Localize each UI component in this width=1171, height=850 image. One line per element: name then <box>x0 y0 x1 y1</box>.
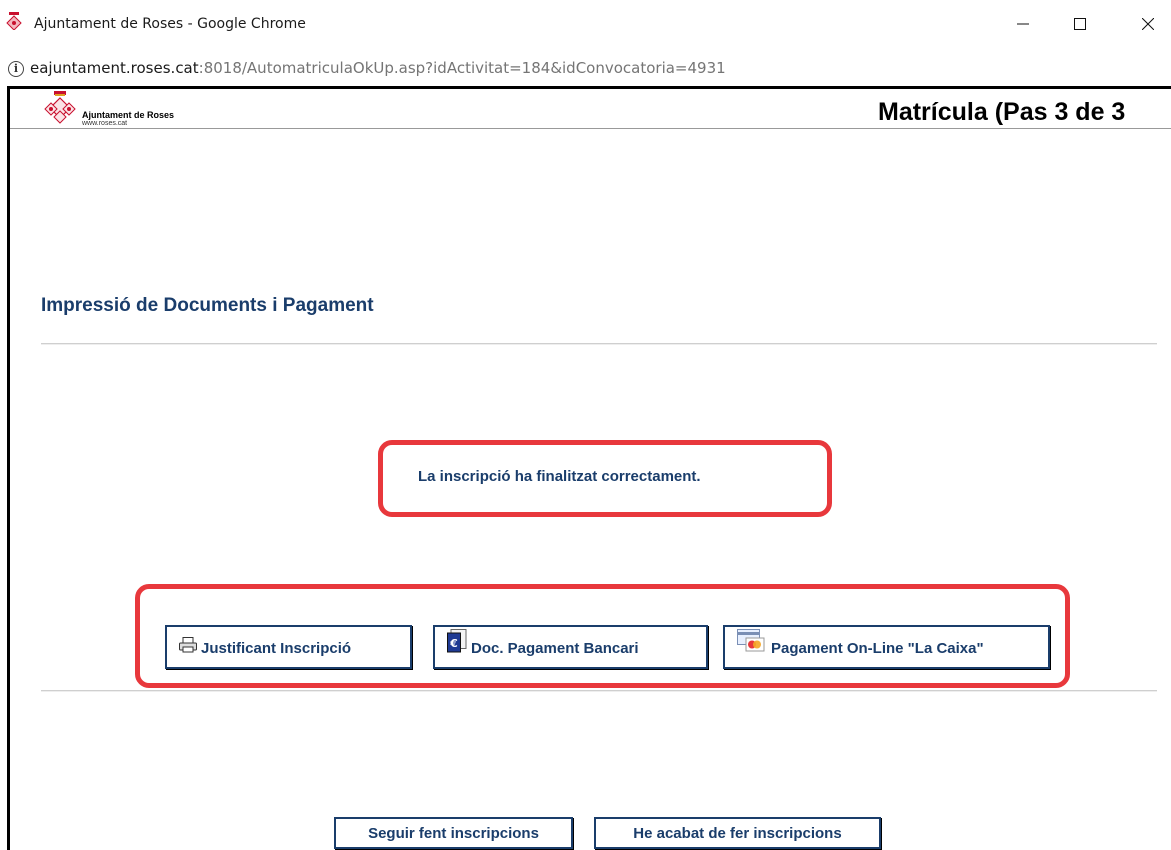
svg-text:€: € <box>449 637 458 650</box>
logo-name: Ajuntament de Roses <box>82 110 175 120</box>
ajuntament-logo[interactable]: Ajuntament de Roses www.roses.cat <box>40 91 220 127</box>
divider-top <box>41 343 1157 345</box>
window-title: Ajuntament de Roses - Google Chrome <box>34 16 306 32</box>
url-host: eajuntament.roses.cat <box>30 59 199 77</box>
printer-icon <box>179 637 197 653</box>
site-info-icon[interactable]: i <box>8 61 24 77</box>
minimize-button[interactable] <box>1000 8 1046 40</box>
minimize-icon <box>1017 23 1029 25</box>
page-title: Matrícula (Pas 3 de 3 <box>878 98 1126 126</box>
window-titlebar: Ajuntament de Roses - Google Chrome <box>0 0 1171 50</box>
maximize-button[interactable] <box>1057 8 1103 40</box>
url-path: :8018/AutomatriculaOkUp.asp?idActivitat=… <box>198 59 726 77</box>
justificant-inscripcio-button[interactable]: Justificant Inscripció <box>165 625 412 669</box>
doc-pagament-bancari-button[interactable]: € Doc. Pagament Bancari <box>433 625 708 669</box>
page-content: Ajuntament de Roses www.roses.cat Matríc… <box>7 86 1171 850</box>
url-text[interactable]: eajuntament.roses.cat:8018/Automatricula… <box>30 59 726 77</box>
address-bar[interactable]: i eajuntament.roses.cat:8018/Automatricu… <box>0 50 1171 86</box>
maximize-icon <box>1074 18 1086 30</box>
seguir-inscripcions-button[interactable]: Seguir fent inscripcions <box>334 817 573 849</box>
credit-card-icon <box>737 629 765 652</box>
roses-favicon-icon <box>6 12 22 30</box>
logo-url: www.roses.cat <box>82 120 128 127</box>
acabat-inscripcions-button[interactable]: He acabat de fer inscripcions <box>594 817 881 849</box>
success-message: La inscripció ha finalitzat correctament… <box>418 468 701 485</box>
close-button[interactable] <box>1125 8 1171 40</box>
divider-bottom <box>41 690 1157 692</box>
pagament-online-button[interactable]: Pagament On-Line "La Caixa" <box>723 625 1050 669</box>
close-icon <box>1142 18 1154 30</box>
euro-document-icon: € <box>447 629 467 653</box>
pagament-online-label: Pagament On-Line "La Caixa" <box>771 640 984 657</box>
page-header: Ajuntament de Roses www.roses.cat Matríc… <box>10 89 1171 129</box>
section-title: Impressió de Documents i Pagament <box>41 295 374 316</box>
doc-pagament-bancari-label: Doc. Pagament Bancari <box>471 640 639 657</box>
justificant-inscripcio-label: Justificant Inscripció <box>201 640 352 657</box>
